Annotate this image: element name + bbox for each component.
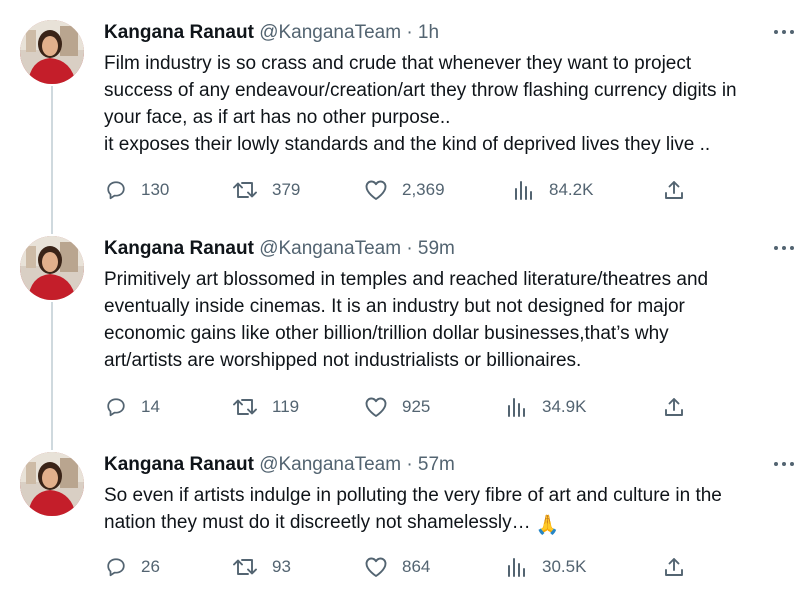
reply-count: 130 (141, 180, 170, 199)
retweet-icon (233, 399, 257, 415)
views-count: 30.5K (542, 557, 587, 576)
author-name[interactable]: Kangana Ranaut (104, 454, 254, 475)
separator-dot: · (406, 22, 413, 43)
like-button[interactable]: 2,369 (364, 175, 445, 205)
tweet-header: Kangana Ranaut @KanganaTeam · 57m (104, 452, 455, 478)
views-bar-chart-icon (508, 398, 525, 417)
retweet-count: 93 (272, 557, 291, 576)
more-horizontal-icon (774, 462, 794, 466)
reply-count: 26 (141, 557, 160, 576)
more-horizontal-icon (774, 246, 794, 250)
reply-button[interactable]: 26 (105, 552, 160, 582)
timestamp[interactable]: 57m (418, 454, 455, 475)
more-options-button[interactable] (772, 238, 796, 258)
views-button[interactable]: 34.9K (506, 392, 586, 422)
tweet-text-content: So even if artists indulge in polluting … (104, 485, 722, 533)
more-options-button[interactable] (772, 22, 796, 42)
tweet-thread: Kangana Ranaut @KanganaTeam · 1h Film in… (0, 0, 801, 600)
tweet-header: Kangana Ranaut @KanganaTeam · 59m (104, 236, 455, 262)
tweet-text: Primitively art blossomed in temples and… (104, 269, 709, 371)
author-handle[interactable]: @KanganaTeam (259, 238, 401, 259)
tweet-text: Film industry is so crass and crude that… (104, 53, 737, 155)
reply-icon (107, 398, 125, 417)
author-name[interactable]: Kangana Ranaut (104, 238, 254, 259)
author-name[interactable]: Kangana Ranaut (104, 22, 254, 43)
timestamp[interactable]: 1h (418, 22, 439, 43)
avatar[interactable] (20, 20, 84, 84)
more-options-button[interactable] (772, 454, 796, 474)
more-horizontal-icon (774, 30, 794, 34)
timestamp[interactable]: 59m (418, 238, 455, 259)
views-count: 84.2K (549, 180, 594, 199)
heart-icon (365, 557, 387, 577)
author-handle[interactable]: @KanganaTeam (259, 22, 401, 43)
folded-hands-emoji: 🙏 (535, 515, 560, 536)
like-count: 864 (402, 557, 431, 576)
like-button[interactable]: 925 (364, 392, 430, 422)
tweet[interactable]: Kangana Ranaut @KanganaTeam · 57m So eve… (0, 452, 801, 592)
tweet[interactable]: Kangana Ranaut @KanganaTeam · 1h Film in… (0, 20, 801, 220)
separator-dot: · (406, 238, 413, 259)
views-bar-chart-icon (515, 181, 532, 200)
share-icon (665, 181, 683, 199)
like-count: 2,369 (402, 180, 445, 199)
avatar[interactable] (20, 452, 84, 516)
retweet-button[interactable]: 119 (232, 392, 299, 422)
views-bar-chart-icon (508, 558, 525, 577)
retweet-button[interactable]: 93 (232, 552, 291, 582)
retweet-icon (233, 559, 257, 575)
retweet-count: 119 (272, 397, 300, 416)
reply-button[interactable]: 14 (105, 392, 160, 422)
tweet[interactable]: Kangana Ranaut @KanganaTeam · 59m Primit… (0, 236, 801, 432)
like-button[interactable]: 864 (364, 552, 430, 582)
reply-count: 14 (141, 397, 160, 416)
separator-dot: · (406, 454, 413, 475)
reply-button[interactable]: 130 (105, 175, 169, 205)
share-icon (665, 558, 683, 576)
author-handle[interactable]: @KanganaTeam (259, 454, 401, 475)
share-icon (665, 398, 683, 416)
tweet-actions: 130 379 2,369 84.2K (0, 175, 801, 205)
tweet-actions: 14 119 925 34.9K (0, 392, 801, 422)
tweet-actions: 26 93 864 30.5K (0, 552, 801, 582)
views-button[interactable]: 30.5K (506, 552, 586, 582)
retweet-icon (233, 182, 257, 198)
heart-icon (365, 397, 387, 417)
tweet-text: So even if artists indulge in polluting … (104, 482, 801, 539)
share-button[interactable] (663, 552, 685, 582)
reply-icon (107, 558, 125, 577)
views-count: 34.9K (542, 397, 587, 416)
views-button[interactable]: 84.2K (513, 175, 593, 205)
reply-icon (107, 181, 125, 200)
avatar[interactable] (20, 236, 84, 300)
tweet-header: Kangana Ranaut @KanganaTeam · 1h (104, 20, 439, 46)
retweet-count: 379 (272, 180, 301, 199)
like-count: 925 (402, 397, 431, 416)
heart-icon (365, 180, 387, 200)
retweet-button[interactable]: 379 (232, 175, 300, 205)
share-button[interactable] (663, 392, 685, 422)
share-button[interactable] (663, 175, 685, 205)
